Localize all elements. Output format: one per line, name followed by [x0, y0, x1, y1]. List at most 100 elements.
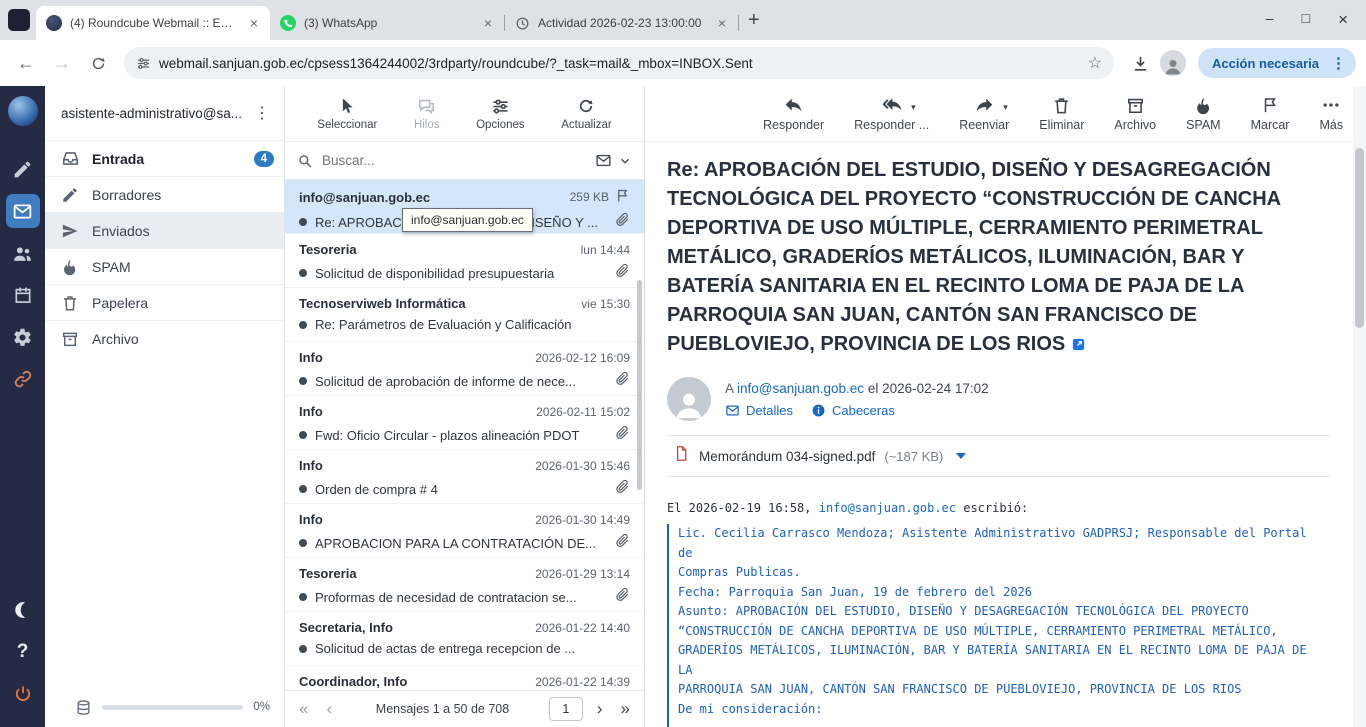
browser-tab-bar: (4) Roundcube Webmail :: Envia × (3) Wha…	[0, 0, 1366, 40]
folder-archivo[interactable]: Archivo	[45, 320, 284, 356]
unread-dot[interactable]	[299, 377, 307, 385]
flag-icon[interactable]	[615, 188, 630, 206]
downloads-icon[interactable]	[1124, 47, 1156, 79]
trash-icon	[1052, 95, 1071, 115]
bookmark-star-icon[interactable]: ☆	[1088, 53, 1102, 73]
refresh-button[interactable]: Actualizar	[561, 96, 612, 131]
unread-dot[interactable]	[299, 645, 307, 653]
forward-button[interactable]: →	[46, 47, 78, 79]
more-dots-icon	[1321, 95, 1341, 115]
list-item[interactable]: Secretaria, Info 2026-01-22 14:40 Solici…	[285, 612, 644, 666]
unread-dot[interactable]	[299, 321, 307, 329]
url-text[interactable]: webmail.sanjuan.gob.ec/cpsess1364244002/…	[159, 56, 1080, 71]
first-page-button[interactable]: «	[295, 699, 312, 719]
reply-all-button[interactable]: ▾ Responder ...	[854, 95, 929, 132]
list-item[interactable]: Info 2026-01-30 14:49 APROBACION PARA LA…	[285, 504, 644, 558]
reload-button[interactable]	[82, 47, 114, 79]
folder-borradores[interactable]: Borradores	[45, 176, 284, 212]
last-page-button[interactable]: »	[617, 699, 634, 719]
link-nav-button[interactable]	[6, 362, 40, 396]
browser-menu-icon[interactable]: ⋮	[1327, 54, 1350, 72]
unread-dot[interactable]	[299, 593, 307, 601]
attachment-row[interactable]: Memorándum 034-signed.pdf (~187 KB)	[667, 435, 1330, 477]
mail-nav-button[interactable]	[6, 194, 40, 228]
more-button[interactable]: Más	[1319, 95, 1343, 132]
message-date: lun 14:44	[581, 243, 630, 257]
back-button[interactable]: ←	[10, 47, 42, 79]
list-item[interactable]: Tecnoserviweb Informática vie 15:30 Re: …	[285, 288, 644, 342]
settings-nav-button[interactable]	[6, 320, 40, 354]
unread-dot[interactable]	[299, 269, 307, 277]
recipient-email-link[interactable]: info@sanjuan.gob.ec	[737, 381, 864, 396]
envelope-icon	[725, 403, 740, 418]
tab-actividad[interactable]: Actividad 2026-02-23 13:00:00 ×	[504, 6, 738, 40]
browser-profile-avatar[interactable]	[1160, 50, 1186, 76]
list-item[interactable]: Info 2026-01-30 15:46 Orden de compra # …	[285, 450, 644, 504]
attachment-menu-caret-icon[interactable]	[956, 453, 966, 459]
tab-close-icon[interactable]: ×	[480, 15, 496, 31]
select-button[interactable]: Seleccionar	[317, 96, 377, 131]
storage-quota: 0%	[45, 693, 284, 727]
action-needed-button[interactable]: Acción necesaria ⋮	[1198, 48, 1356, 78]
dropdown-caret-icon[interactable]: ▾	[911, 102, 916, 113]
search-input[interactable]	[322, 153, 586, 168]
page-number-input[interactable]	[549, 697, 583, 721]
compose-button[interactable]	[6, 152, 40, 186]
mark-button[interactable]: Marcar	[1251, 95, 1290, 132]
list-item[interactable]: Info 2026-02-11 15:02 Fwd: Oficio Circul…	[285, 396, 644, 450]
reply-button[interactable]: Responder	[763, 95, 824, 132]
message-sender: Tecnoserviweb Informática	[299, 296, 575, 311]
dropdown-caret-icon[interactable]: ▾	[1003, 102, 1008, 113]
contacts-nav-button[interactable]	[6, 236, 40, 270]
threads-button[interactable]: Hilos	[414, 96, 440, 131]
logout-button[interactable]	[6, 677, 40, 711]
folder-papelera[interactable]: Papelera	[45, 284, 284, 320]
archive-icon	[1126, 95, 1145, 115]
list-item[interactable]: Tesoreria lun 14:44 Solicitud de disponi…	[285, 234, 644, 288]
browser-app-icon[interactable]	[8, 9, 30, 31]
search-scope-button[interactable]	[595, 152, 632, 169]
list-item[interactable]: Info 2026-02-12 16:09 Solicitud de aprob…	[285, 342, 644, 396]
tab-roundcube[interactable]: (4) Roundcube Webmail :: Envia ×	[36, 6, 270, 40]
tab-close-icon[interactable]: ×	[246, 15, 262, 31]
tab-close-icon[interactable]: ×	[714, 15, 730, 31]
unread-dot[interactable]	[299, 485, 307, 493]
folder-options-icon[interactable]: ⋮	[248, 103, 276, 123]
unread-dot[interactable]	[299, 218, 307, 226]
url-bar[interactable]: webmail.sanjuan.gob.ec/cpsess1364244002/…	[124, 47, 1114, 79]
message-date: 2026-02-12 16:09	[535, 351, 630, 365]
archive-button[interactable]: Archivo	[1114, 95, 1156, 132]
reader-scrollbar-thumb[interactable]	[1355, 148, 1364, 328]
close-button[interactable]: ×	[1338, 10, 1348, 30]
site-settings-icon[interactable]	[136, 56, 151, 71]
help-button[interactable]: ?	[6, 635, 40, 669]
calendar-nav-button[interactable]	[6, 278, 40, 312]
tab-whatsapp[interactable]: (3) WhatsApp ×	[270, 6, 504, 40]
options-button[interactable]: Opciones	[476, 96, 525, 131]
dark-mode-toggle[interactable]	[6, 593, 40, 627]
quoted-email-link[interactable]: info@sanjuan.gob.ec	[819, 501, 956, 515]
reader-scrollbar-track[interactable]	[1353, 86, 1366, 727]
next-page-button[interactable]: ›	[593, 699, 607, 719]
minimize-button[interactable]: –	[1266, 10, 1274, 30]
attachment-name[interactable]: Memorándum 034-signed.pdf	[699, 449, 875, 464]
external-link-icon[interactable]	[1071, 332, 1086, 361]
forward-button[interactable]: ▾ Reenviar	[959, 95, 1009, 132]
headers-link[interactable]: Cabeceras	[811, 403, 895, 418]
unread-dot[interactable]	[299, 539, 307, 547]
folder-entrada[interactable]: Entrada 4	[45, 140, 284, 176]
list-scrollbar[interactable]	[637, 280, 642, 490]
spam-icon	[61, 258, 80, 276]
list-item[interactable]: Tesoreria 2026-01-29 13:14 Proformas de …	[285, 558, 644, 612]
whatsapp-favicon	[280, 15, 296, 31]
maximize-button[interactable]: □	[1302, 10, 1310, 30]
spam-button[interactable]: SPAM	[1186, 95, 1221, 132]
delete-button[interactable]: Eliminar	[1039, 95, 1084, 132]
unread-dot[interactable]	[299, 431, 307, 439]
new-tab-button[interactable]: +	[748, 9, 1248, 32]
prev-page-button[interactable]: ‹	[322, 699, 336, 719]
list-item[interactable]: Coordinador, Info 2026-01-22 14:39	[285, 666, 644, 690]
details-link[interactable]: Detalles	[725, 403, 793, 418]
folder-enviados[interactable]: Enviados	[45, 212, 284, 248]
folder-spam[interactable]: SPAM	[45, 248, 284, 284]
